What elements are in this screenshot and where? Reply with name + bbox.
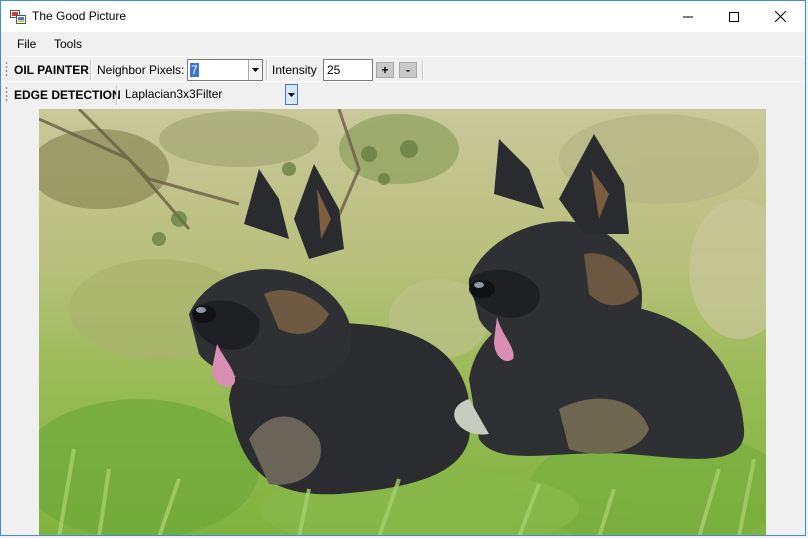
menu-file[interactable]: File: [17, 37, 36, 51]
edge-filter-combo[interactable]: Laplacian3x3Filter: [120, 84, 298, 106]
edge-detection-label: EDGE DETECTION: [14, 88, 121, 102]
intensity-input[interactable]: 25: [323, 59, 373, 81]
menu-tools[interactable]: Tools: [54, 37, 82, 51]
edge-detection-toolbar: EDGE DETECTION Laplacian3x3Filter: [1, 81, 805, 107]
close-icon: [774, 11, 786, 22]
toolbar-separator: [90, 60, 92, 80]
menu-bar: File Tools: [1, 32, 805, 56]
intensity-plus-button[interactable]: +: [376, 62, 394, 78]
maximize-button[interactable]: [711, 1, 757, 32]
oil-painted-dogs-image: [39, 109, 766, 535]
window-title: The Good Picture: [32, 9, 127, 23]
intensity-value: 25: [327, 63, 341, 77]
edge-filter-dropdown-button[interactable]: [285, 84, 298, 105]
main-window: The Good Picture File Tools OIL PAINTER …: [0, 0, 806, 536]
minimize-button[interactable]: [665, 1, 711, 32]
toolbar-grip[interactable]: [5, 61, 8, 78]
toolbar-separator: [266, 60, 268, 80]
chevron-down-icon: [288, 92, 295, 97]
app-icon: [10, 10, 26, 24]
chevron-down-icon: [252, 68, 259, 72]
toolbar-separator: [422, 60, 424, 80]
oil-painter-label: OIL PAINTER: [14, 63, 89, 77]
maximize-icon: [729, 11, 739, 22]
neighbor-pixels-combo[interactable]: 7: [187, 59, 263, 81]
oil-painter-toolbar: OIL PAINTER Neighbor Pixels: 7 Intensity…: [1, 56, 805, 82]
neighbor-pixels-label: Neighbor Pixels:: [97, 63, 185, 77]
title-bar[interactable]: The Good Picture: [1, 1, 805, 32]
toolbar-grip[interactable]: [5, 86, 8, 103]
picture-canvas[interactable]: [39, 109, 766, 535]
toolbar-separator: [116, 85, 118, 105]
minimize-icon: [683, 16, 693, 17]
intensity-label: Intensity: [272, 63, 317, 77]
neighbor-dropdown-button[interactable]: [248, 60, 262, 80]
close-button[interactable]: [757, 1, 803, 32]
edge-filter-value: Laplacian3x3Filter: [125, 87, 223, 101]
neighbor-pixels-value: 7: [190, 63, 199, 77]
intensity-minus-button[interactable]: -: [399, 62, 417, 78]
